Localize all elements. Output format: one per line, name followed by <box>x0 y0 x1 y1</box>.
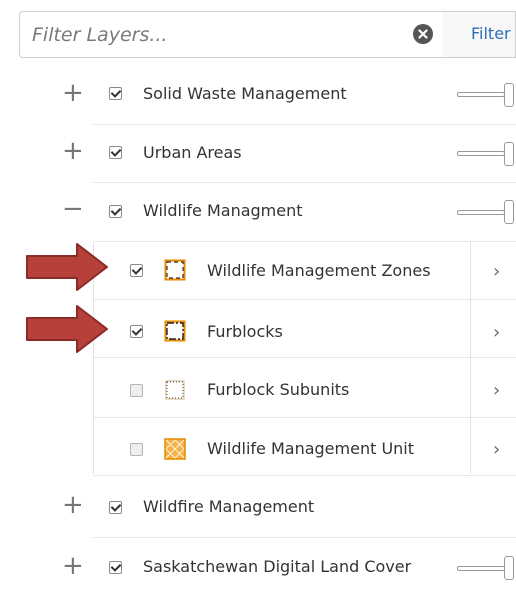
clear-filter-icon[interactable] <box>413 24 433 44</box>
chevron-right-icon[interactable]: › <box>493 439 500 460</box>
dotted-outline-tan-icon <box>165 380 185 400</box>
annotation-arrow-right-icon <box>26 243 108 291</box>
expand-icon[interactable]: + <box>62 492 84 518</box>
dashdot-outline-orange-icon <box>164 320 186 342</box>
sublayer-checkbox[interactable] <box>130 384 143 397</box>
annotation-arrow-right-icon <box>26 305 108 353</box>
sublayer-label: Wildlife Management Zones <box>207 261 431 280</box>
chevron-right-icon[interactable]: › <box>493 380 500 401</box>
layer-checkbox[interactable] <box>109 501 122 514</box>
divider <box>93 124 516 125</box>
filter-button-label: Filter <box>471 24 511 43</box>
opacity-slider-track[interactable] <box>457 151 505 156</box>
divider <box>93 299 516 300</box>
opacity-slider-handle[interactable] <box>504 142 514 166</box>
opacity-slider-track[interactable] <box>457 92 505 97</box>
layer-checkbox[interactable] <box>109 205 122 218</box>
layer-checkbox[interactable] <box>109 87 122 100</box>
chevron-column-divider <box>470 242 471 474</box>
divider <box>93 537 516 538</box>
sublayer-label: Furblocks <box>207 322 283 341</box>
layer-checkbox[interactable] <box>109 146 122 159</box>
sublayer-checkbox[interactable] <box>130 443 143 456</box>
sublayer-checkbox[interactable] <box>130 264 143 277</box>
opacity-slider-handle[interactable] <box>504 83 514 107</box>
filter-button[interactable]: Filter <box>443 11 516 58</box>
sublayer-label: Furblock Subunits <box>207 380 350 399</box>
opacity-slider-track[interactable] <box>457 566 505 571</box>
filter-layers-input[interactable] <box>32 22 392 48</box>
filter-bar: Filter <box>19 11 516 61</box>
expand-icon[interactable]: + <box>62 138 84 164</box>
expand-icon[interactable]: + <box>62 553 84 579</box>
sublayer-checkbox[interactable] <box>130 325 143 338</box>
chevron-right-icon[interactable]: › <box>493 322 500 343</box>
layer-label: Wildlife Managment <box>143 201 303 220</box>
chevron-right-icon[interactable]: › <box>493 261 500 282</box>
dashed-outline-orange-icon <box>164 259 186 281</box>
layer-label: Solid Waste Management <box>143 84 347 103</box>
divider <box>93 182 516 183</box>
opacity-slider-track[interactable] <box>457 210 505 215</box>
layer-label: Saskatchewan Digital Land Cover <box>143 557 412 576</box>
layer-checkbox[interactable] <box>109 561 122 574</box>
divider <box>93 475 516 476</box>
divider <box>93 417 516 418</box>
crosshatch-orange-icon <box>164 438 186 460</box>
collapse-icon[interactable]: − <box>62 196 84 222</box>
opacity-slider-handle[interactable] <box>504 556 514 580</box>
divider <box>93 357 516 358</box>
opacity-slider-handle[interactable] <box>504 200 514 224</box>
layer-label: Wildfire Management <box>143 497 315 516</box>
sublayer-label: Wildlife Management Unit <box>207 439 415 458</box>
expand-icon[interactable]: + <box>62 80 84 106</box>
filter-input-box <box>19 11 444 58</box>
layer-label: Urban Areas <box>143 143 242 162</box>
